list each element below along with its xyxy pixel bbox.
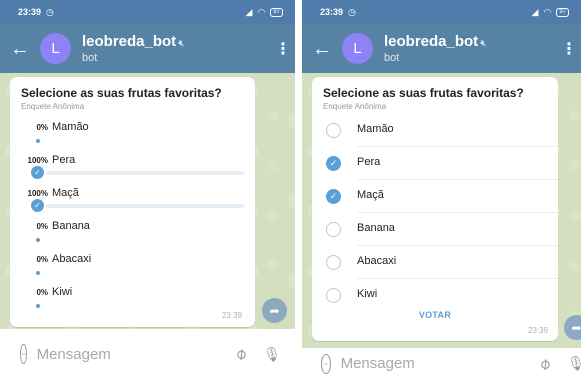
message-time: 23:39 xyxy=(527,326,548,335)
message-input[interactable] xyxy=(36,345,236,363)
status-bar: 23:39 ◷ ◢ ◠ 97 xyxy=(0,0,295,24)
battery-icon: 97 xyxy=(270,7,283,17)
microphone-icon[interactable]: 🎙︎ xyxy=(567,355,581,372)
result-dot xyxy=(36,304,40,308)
back-arrow-icon[interactable]: ← xyxy=(302,39,342,59)
emoji-icon[interactable]: ᵕ xyxy=(321,353,331,374)
message-composer: ᵕ ⌀ 🎙︎ xyxy=(0,329,295,379)
bot-name: leobreda_bot xyxy=(384,32,479,50)
poll-question: Selecione as suas frutas favoritas? xyxy=(323,86,524,100)
screen-poll-results: 23:39 ◷ ◢ ◠ 97 ← L leobreda_bot 🔇︎ bot ⋮ … xyxy=(0,0,295,379)
radio-icon[interactable] xyxy=(326,288,341,303)
result-label: Maçã xyxy=(52,187,79,199)
chat-header: ← L leobreda_bot 🔇︎ bot ⋮ xyxy=(302,24,581,73)
option-label: Pera xyxy=(357,156,381,168)
chat-header: ← L leobreda_bot 🔇︎ bot ⋮ xyxy=(0,24,295,73)
more-menu-icon[interactable]: ⋮ xyxy=(557,39,581,59)
status-bar: 23:39 ◷ ◢ ◠ 97 xyxy=(302,0,581,24)
result-label: Mamão xyxy=(52,121,89,133)
avatar[interactable]: L xyxy=(342,33,373,64)
avatar[interactable]: L xyxy=(40,33,71,64)
poll-option-row[interactable]: ✓ Pera xyxy=(312,148,558,180)
status-time: 23:39 xyxy=(18,7,42,17)
poll-result-row: 100% Pera ✓ xyxy=(10,154,255,184)
vote-button[interactable]: VOTAR xyxy=(312,310,558,320)
chat-title[interactable]: leobreda_bot 🔇︎ bot xyxy=(384,33,557,65)
result-bar xyxy=(46,171,244,175)
wifi-icon: ◠ xyxy=(257,6,266,17)
poll-message-bubble: Selecione as suas frutas favoritas? Enqu… xyxy=(312,77,558,341)
divider xyxy=(357,278,558,279)
divider xyxy=(357,179,558,180)
poll-option-row[interactable]: Kiwi xyxy=(312,280,558,312)
poll-message-bubble: Selecione as suas frutas favoritas? Enqu… xyxy=(10,77,255,327)
option-label: Maçã xyxy=(357,189,384,201)
result-dot xyxy=(36,139,40,143)
message-input[interactable] xyxy=(340,355,540,372)
poll-result-row: 0% Mamão xyxy=(10,121,255,151)
divider xyxy=(357,146,558,147)
poll-result-row: 0% Kiwi xyxy=(10,286,255,316)
result-percent: 100% xyxy=(27,189,48,198)
result-percent: 100% xyxy=(27,156,48,165)
microphone-icon[interactable]: 🎙︎ xyxy=(263,346,281,363)
result-label: Kiwi xyxy=(52,286,73,298)
radio-icon[interactable] xyxy=(326,123,341,138)
screen-divider xyxy=(295,0,302,379)
option-label: Mamão xyxy=(357,123,394,135)
check-icon[interactable]: ✓ xyxy=(326,156,341,171)
divider xyxy=(357,245,558,246)
result-label: Abacaxi xyxy=(52,253,92,265)
check-icon[interactable]: ✓ xyxy=(326,189,341,204)
signal-icon: ◢ xyxy=(245,6,253,17)
status-time: 23:39 xyxy=(320,7,344,17)
message-composer: ᵕ ⌀ 🎙︎ xyxy=(302,348,581,379)
poll-question: Selecione as suas frutas favoritas? xyxy=(21,86,222,100)
result-dot xyxy=(36,238,40,242)
poll-option-row[interactable]: Mamão xyxy=(312,115,558,147)
poll-result-row: 0% Abacaxi xyxy=(10,253,255,283)
chat-title[interactable]: leobreda_bot 🔇︎ bot xyxy=(82,33,271,65)
battery-icon: 97 xyxy=(556,7,569,17)
signal-icon: ◢ xyxy=(531,6,539,17)
bot-status: bot xyxy=(82,51,98,64)
result-dot xyxy=(36,271,40,275)
poll-result-row: 100% Maçã ✓ xyxy=(10,187,255,217)
result-percent: 0% xyxy=(36,123,48,132)
back-arrow-icon[interactable]: ← xyxy=(0,39,40,59)
poll-option-row[interactable]: Banana xyxy=(312,214,558,246)
result-label: Pera xyxy=(52,154,76,166)
alarm-icon: ◷ xyxy=(46,6,54,17)
option-label: Banana xyxy=(357,222,395,234)
option-label: Kiwi xyxy=(357,288,378,300)
radio-icon[interactable] xyxy=(326,255,341,270)
result-bar xyxy=(46,204,244,208)
radio-icon[interactable] xyxy=(326,222,341,237)
muted-icon: 🔇︎ xyxy=(178,37,185,49)
more-menu-icon[interactable]: ⋮ xyxy=(271,39,295,59)
muted-icon: 🔇︎ xyxy=(480,37,487,49)
alarm-icon: ◷ xyxy=(348,6,356,17)
result-percent: 0% xyxy=(36,288,48,297)
screen-poll-voting: 23:39 ◷ ◢ ◠ 97 ← L leobreda_bot 🔇︎ bot ⋮ … xyxy=(302,0,581,379)
bot-status: bot xyxy=(384,51,400,64)
result-percent: 0% xyxy=(36,222,48,231)
emoji-icon[interactable]: ᵕ xyxy=(20,344,27,364)
result-percent: 0% xyxy=(36,255,48,264)
bot-name: leobreda_bot xyxy=(82,32,177,50)
poll-option-row[interactable]: Abacaxi xyxy=(312,247,558,279)
poll-type: Enquete Anônima xyxy=(21,102,85,111)
wifi-icon: ◠ xyxy=(543,6,552,17)
share-icon[interactable]: ➦ xyxy=(262,298,287,323)
poll-type: Enquete Anônima xyxy=(323,102,387,111)
divider xyxy=(357,212,558,213)
message-time: 23:39 xyxy=(221,311,242,320)
option-label: Abacaxi xyxy=(357,255,397,267)
poll-option-row[interactable]: ✓ Maçã xyxy=(312,181,558,213)
check-icon: ✓ xyxy=(31,166,44,179)
check-icon: ✓ xyxy=(31,199,44,212)
poll-result-row: 0% Banana xyxy=(10,220,255,250)
result-label: Banana xyxy=(52,220,90,232)
